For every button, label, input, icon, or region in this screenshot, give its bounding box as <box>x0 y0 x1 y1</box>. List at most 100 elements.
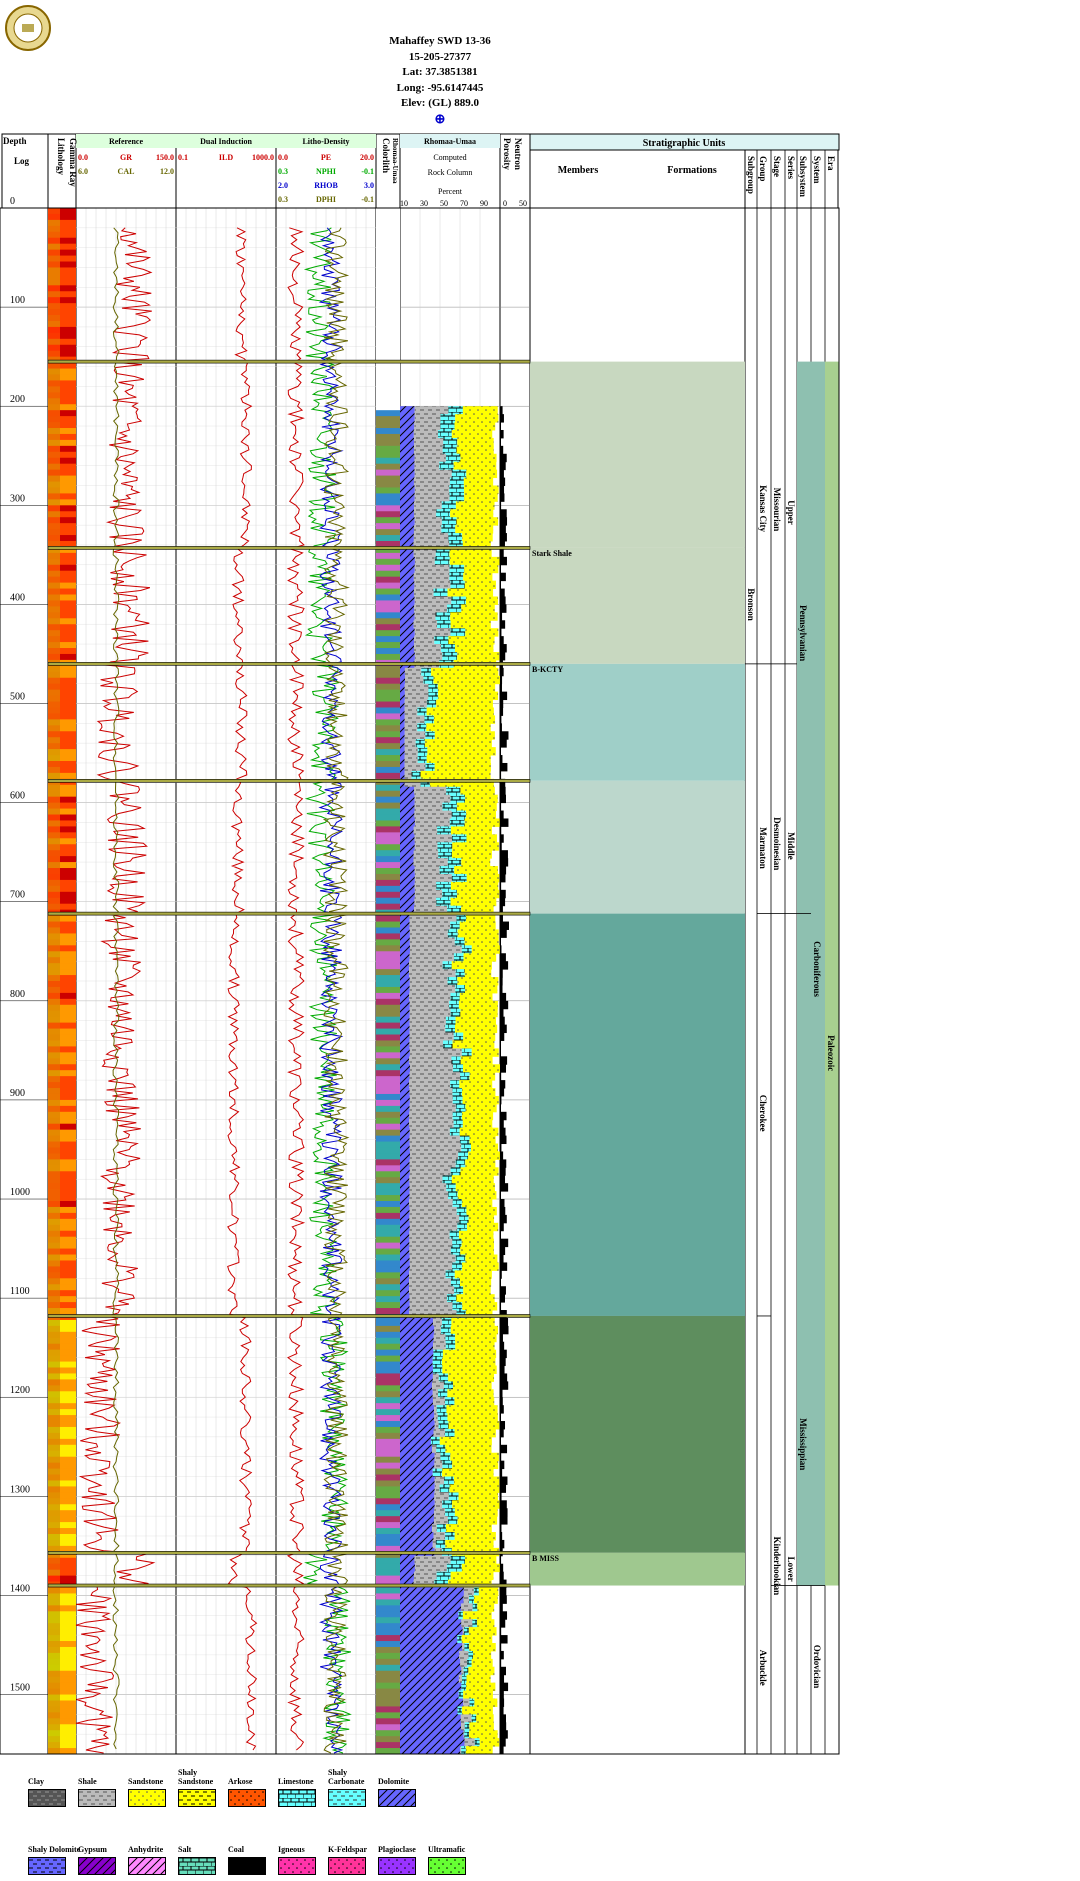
rock-lime-cell <box>450 580 465 590</box>
rock-sand-cell <box>451 1175 494 1184</box>
colorlith-cell <box>376 1706 400 1713</box>
gamma-cell <box>60 576 76 584</box>
lithology-cell <box>48 1617 60 1624</box>
rock-shale-cell <box>414 786 447 796</box>
lithology-cell <box>48 1403 60 1410</box>
legend-swatch <box>78 1857 116 1875</box>
neutron-porosity-bar <box>500 873 506 883</box>
gamma-cell <box>60 463 76 471</box>
rock-dolo-cell <box>400 1666 462 1676</box>
rock-sand-cell <box>461 858 491 867</box>
colorlith-cell <box>376 1123 400 1131</box>
lithology-cell <box>48 315 60 322</box>
gamma-cell <box>60 1260 76 1267</box>
colorlith-cell <box>376 1736 400 1743</box>
colorlith-cell <box>376 624 400 631</box>
rock-shale-cell <box>409 953 454 962</box>
legend-swatch <box>228 1857 266 1875</box>
lithology-cell <box>48 743 60 750</box>
rock-dolo-cell <box>400 1317 434 1327</box>
gamma-cell <box>60 850 76 857</box>
cal-max-label: 12.0 <box>160 167 174 176</box>
lithology-cell <box>48 1528 60 1535</box>
neutron-porosity-bar <box>500 628 502 637</box>
rock-lime-cell <box>445 453 461 463</box>
lithology-cell <box>48 1652 60 1660</box>
rock-lime-cell <box>448 1492 459 1501</box>
rock-sand-cell <box>461 1635 493 1644</box>
rock-shale-cell <box>409 1238 453 1248</box>
gr-label: GR <box>120 153 132 162</box>
rock-lime-cell <box>441 517 457 526</box>
rock-lime-cell <box>442 1500 453 1509</box>
rock-sand-cell <box>457 437 494 447</box>
gamma-cell <box>60 1343 76 1351</box>
legend-label: Plagioclase <box>378 1845 416 1854</box>
rock-dolo-cell <box>400 1024 410 1034</box>
colorlith-cell <box>376 1563 400 1571</box>
lithology-cell <box>48 677 60 685</box>
gamma-cell <box>60 1117 76 1125</box>
rock-lime-cell <box>442 889 458 899</box>
gamma-cell <box>60 1195 76 1202</box>
rock-sand-cell <box>426 755 491 764</box>
gamma-cell <box>60 225 76 233</box>
colorlith-cell <box>376 523 400 530</box>
rock-shale-cell <box>409 1302 453 1311</box>
nphi-min-label: 0.3 <box>278 167 288 176</box>
colorlith-cell <box>376 1260 400 1267</box>
rock-lime-cell <box>436 1524 446 1533</box>
rock-dolo-cell <box>400 1492 435 1501</box>
gr-min-label: 0.0 <box>78 153 88 162</box>
rock-dolo-cell <box>400 1706 458 1715</box>
legend-item-shalydolo: Shaly Dolomite <box>28 1820 80 1875</box>
rock-dolo-cell <box>400 810 415 819</box>
colorlith-cell <box>376 1212 400 1220</box>
gamma-cell <box>60 796 76 804</box>
gamma-cell <box>60 784 76 792</box>
rock-lime-cell <box>459 1135 470 1145</box>
neutron-porosity-bar <box>500 1492 502 1501</box>
gamma-cell <box>60 1379 76 1386</box>
lithology-cell <box>48 1492 60 1499</box>
rock-sand-cell <box>450 897 497 907</box>
rock-shale-cell <box>409 961 443 970</box>
gamma-cell <box>60 237 76 245</box>
rock-lime-cell <box>452 1095 463 1105</box>
rock-sand-cell <box>461 1706 493 1715</box>
neutron-porosity-bar <box>500 485 505 494</box>
rock-sand-cell <box>464 969 492 978</box>
rock-sand-cell <box>464 493 498 502</box>
colorlith-cell <box>376 957 400 964</box>
rock-sand-cell <box>433 675 500 685</box>
rock-shale-cell <box>413 850 439 859</box>
lithology-cell <box>48 374 60 381</box>
neutron-porosity-bar <box>500 1595 507 1604</box>
lithology-cell <box>48 1201 60 1208</box>
rock-sand-cell <box>462 1119 493 1129</box>
neutron-porosity-bar <box>500 1436 501 1446</box>
colorlith-cell <box>376 231 400 239</box>
gamma-cell <box>60 992 76 1000</box>
rock-shale-cell <box>413 525 442 534</box>
legend-item-lime: Limestone <box>278 1752 323 1807</box>
rock-lime-cell <box>445 1532 455 1541</box>
neutron-porosity-bar <box>500 1278 501 1287</box>
colorlith-cell <box>376 1129 400 1137</box>
gamma-cell <box>60 986 76 994</box>
gamma-cell <box>60 428 76 435</box>
colorlith-cell <box>376 315 400 322</box>
rock-title: Rhomaa-Umaa <box>424 137 476 146</box>
rock-shale-cell <box>413 477 450 486</box>
lithology-cell <box>48 891 60 899</box>
rock-shale-cell <box>434 1492 449 1501</box>
neutron-porosity-bar <box>500 1682 509 1692</box>
lithology-cell <box>48 653 60 661</box>
rock-lime-cell <box>449 1230 459 1240</box>
neutron-porosity-bar <box>500 1476 508 1485</box>
lithology-cell <box>48 505 60 512</box>
lithology-cell <box>48 850 60 857</box>
lithology-cell <box>48 963 60 970</box>
gamma-cell <box>60 451 76 459</box>
neutron-porosity-bar <box>500 1405 504 1414</box>
